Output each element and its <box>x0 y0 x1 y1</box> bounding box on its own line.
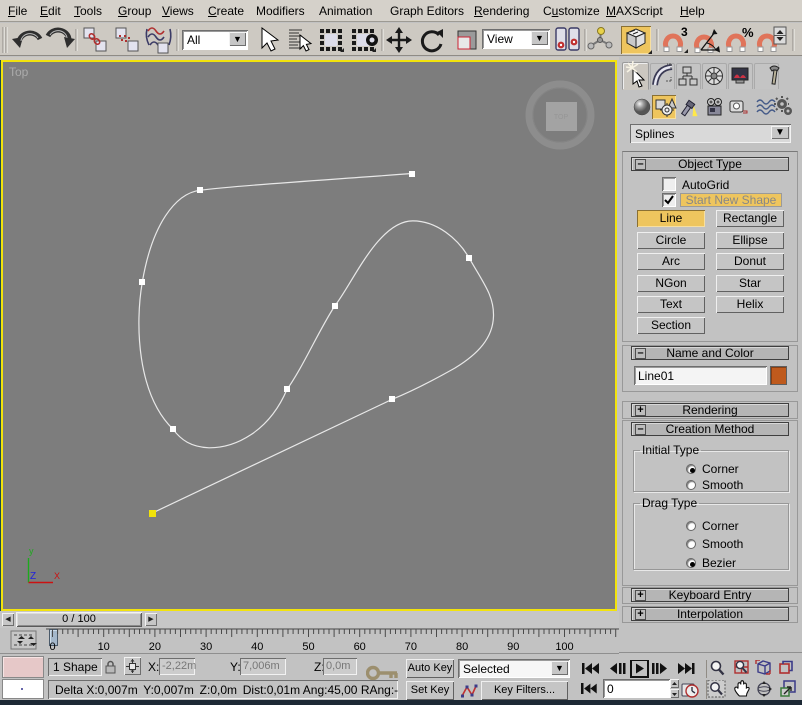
svg-text:80: 80 <box>456 641 468 653</box>
svg-text:10: 10 <box>98 641 110 653</box>
svg-text:X: X <box>54 571 60 581</box>
svg-text:100: 100 <box>555 641 573 653</box>
svg-text:90: 90 <box>507 641 519 653</box>
svg-text:Z: Z <box>30 571 36 582</box>
svg-text:%: % <box>742 25 754 40</box>
svg-text:3: 3 <box>681 25 688 39</box>
svg-text:0: 0 <box>49 641 55 653</box>
svg-text:y: y <box>29 546 34 556</box>
svg-text:70: 70 <box>405 641 417 653</box>
svg-text:20: 20 <box>149 641 161 653</box>
svg-text:60: 60 <box>354 641 366 653</box>
svg-text:30: 30 <box>200 641 212 653</box>
svg-text:TOP: TOP <box>554 114 569 121</box>
svg-text:50: 50 <box>302 641 314 653</box>
svg-text:40: 40 <box>251 641 263 653</box>
